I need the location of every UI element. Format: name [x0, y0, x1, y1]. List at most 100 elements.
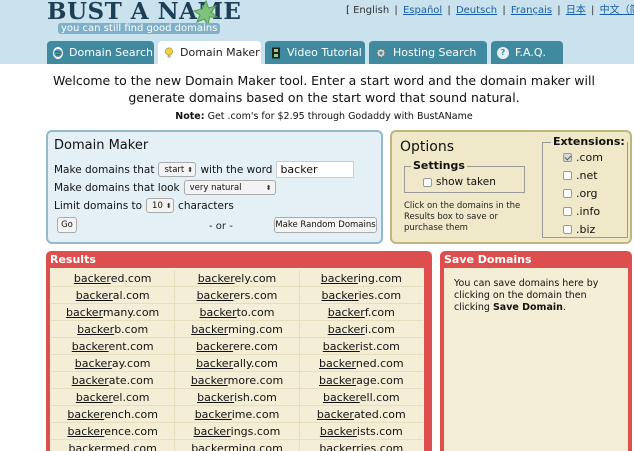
domain-base: backer	[74, 357, 112, 370]
show-taken-checkbox[interactable]	[423, 177, 432, 187]
lang-english[interactable]: English	[353, 5, 389, 16]
domain-suffix: ist.com	[359, 340, 400, 353]
row-label: Make domains that	[54, 163, 155, 176]
domain-suffix: ming.com	[228, 323, 283, 336]
extension-net[interactable]: .net	[563, 169, 598, 182]
result-domain[interactable]: backerence.com	[51, 423, 176, 439]
extension-checkbox[interactable]	[563, 189, 572, 198]
result-domain[interactable]: backerers.com	[175, 287, 300, 303]
tab-hosting-search[interactable]: Hosting Search	[369, 41, 487, 64]
save-instructions: You can save domains here by clicking on…	[454, 278, 599, 313]
result-domain[interactable]: backerime.com	[175, 406, 300, 422]
save-domains-area: You can save domains here by clicking on…	[444, 268, 628, 451]
results-row: backermed.com backerming.com backerries.co…	[51, 440, 423, 451]
result-domain[interactable]: backerell.com	[300, 389, 423, 405]
result-domain[interactable]: backerish.com	[175, 389, 300, 405]
domain-suffix: ence.com	[104, 425, 158, 438]
extension-biz[interactable]: .biz	[563, 223, 595, 236]
result-domain[interactable]: backerto.com	[175, 304, 300, 320]
result-domain[interactable]: backerere.com	[175, 338, 300, 354]
extension-com[interactable]: .com	[563, 151, 603, 164]
extension-checkbox[interactable]	[563, 171, 572, 180]
domain-base: backer	[327, 306, 365, 319]
results-grid: backered.com backerely.com backering.com ba…	[51, 270, 423, 451]
extensions-fieldset: Extensions: .com .net .org .info .biz	[542, 135, 628, 238]
result-domain[interactable]: backered.com	[51, 270, 176, 286]
result-domain[interactable]: backerely.com	[175, 270, 300, 286]
result-domain[interactable]: backerb.com	[51, 321, 176, 337]
promo-note: Note: Get .com's for $2.95 through Godad…	[40, 111, 608, 122]
extension-checkbox[interactable]	[563, 225, 572, 234]
lang-separator: |	[394, 5, 398, 16]
lang-espanol[interactable]: Español	[403, 5, 442, 16]
lang-deutsch[interactable]: Deutsch	[456, 5, 497, 16]
tab-domain-search[interactable]: Domain Search	[47, 41, 154, 64]
domain-suffix: el.com	[112, 391, 150, 404]
tab-faq[interactable]: ? F.A.Q.	[491, 41, 563, 64]
result-domain[interactable]: backermed.com	[51, 440, 176, 451]
select-arrows-icon: ⬍	[165, 201, 172, 210]
note-label: Note:	[175, 111, 205, 122]
result-domain[interactable]: backermany.com	[51, 304, 176, 320]
result-domain[interactable]: backerel.com	[51, 389, 176, 405]
result-domain[interactable]: backerned.com	[300, 355, 423, 371]
domain-suffix: many.com	[102, 306, 160, 319]
result-domain[interactable]: backerent.com	[51, 338, 176, 354]
domain-base: backer	[77, 323, 115, 336]
result-domain[interactable]: backerries.com	[300, 440, 423, 451]
random-domains-button[interactable]: Make Random Domains	[274, 217, 377, 233]
extension-checkbox[interactable]	[563, 153, 572, 162]
result-domain[interactable]: backerench.com	[51, 406, 176, 422]
length-limit-row: Limit domains to 10 ⬍ characters	[54, 198, 234, 213]
length-select[interactable]: 10 ⬍	[146, 198, 175, 213]
lang-separator: |	[447, 5, 451, 16]
results-row: backered.com backerely.com backering.com	[51, 270, 423, 287]
go-button[interactable]: Go	[57, 217, 77, 233]
select-arrows-icon: ⬍	[265, 183, 272, 192]
result-domain[interactable]: backerming.com	[175, 321, 300, 337]
result-domain[interactable]: backerings.com	[175, 423, 300, 439]
result-domain[interactable]: backerate.com	[51, 372, 176, 388]
main-tabs: Domain Search Domain Maker Video Tutoria…	[47, 41, 563, 64]
naturalness-select[interactable]: very natural ⬍	[183, 180, 276, 195]
domain-suffix: ries.com	[356, 442, 404, 451]
extension-org[interactable]: .org	[563, 187, 598, 200]
lang-japanese[interactable]: 日本	[566, 5, 586, 16]
tab-label: Hosting Search	[393, 46, 477, 59]
start-word-input[interactable]: backer	[276, 161, 355, 178]
result-domain[interactable]: backerf.com	[300, 304, 423, 320]
domain-base: backer	[191, 442, 229, 451]
domain-base: backer	[322, 340, 360, 353]
lang-francais[interactable]: Français	[511, 5, 552, 16]
extension-checkbox[interactable]	[563, 207, 572, 216]
result-domain[interactable]: backerated.com	[300, 406, 423, 422]
result-domain[interactable]: backeral.com	[51, 287, 176, 303]
result-domain[interactable]: backerist.com	[300, 338, 423, 354]
result-domain[interactable]: backerage.com	[300, 372, 423, 388]
result-domain[interactable]: backermore.com	[175, 372, 300, 388]
show-taken-label: show taken	[436, 176, 496, 188]
domain-base: backer	[66, 306, 103, 319]
tab-video-tutorial[interactable]: Video Tutorial	[265, 41, 365, 64]
domain-base: backer	[67, 425, 105, 438]
result-domain[interactable]: backeries.com	[300, 287, 423, 303]
domain-suffix: ists.com	[356, 425, 403, 438]
result-domain[interactable]: backerming.com	[175, 440, 300, 451]
result-domain[interactable]: backerally.com	[175, 355, 300, 371]
lang-chinese[interactable]: 中文（简体）	[600, 5, 634, 16]
domain-suffix: ming.com	[228, 442, 283, 451]
domain-base: backer	[190, 374, 228, 387]
results-row: backeral.com backerers.com backeries.com	[51, 287, 423, 304]
domain-suffix: b.com	[114, 323, 149, 336]
position-select[interactable]: start ⬍	[158, 162, 197, 177]
result-domain[interactable]: backeri.com	[300, 321, 423, 337]
result-domain[interactable]: backeray.com	[51, 355, 176, 371]
extension-info[interactable]: .info	[563, 205, 600, 218]
result-domain[interactable]: backering.com	[300, 270, 423, 286]
domain-base: backer	[75, 391, 113, 404]
tab-domain-maker[interactable]: Domain Maker	[158, 41, 261, 64]
show-taken-option[interactable]: show taken	[423, 176, 496, 188]
domain-suffix: med.com	[105, 442, 157, 451]
result-domain[interactable]: backerists.com	[300, 423, 423, 439]
domain-base: backer	[320, 272, 358, 285]
